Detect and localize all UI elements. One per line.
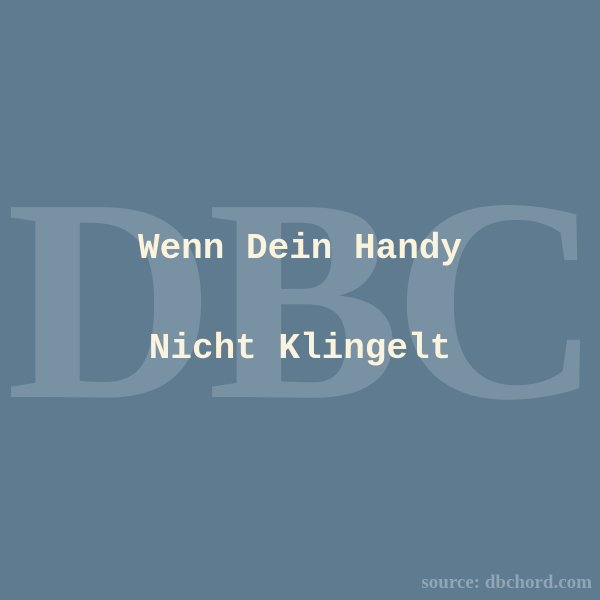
- song-title-line-2: Nicht Klingelt: [148, 328, 452, 369]
- dbc-watermark-logo: DBC: [5, 139, 600, 460]
- song-title-line-1: Wenn Dein Handy: [137, 228, 463, 269]
- source-credit: source: dbchord.com: [421, 572, 592, 593]
